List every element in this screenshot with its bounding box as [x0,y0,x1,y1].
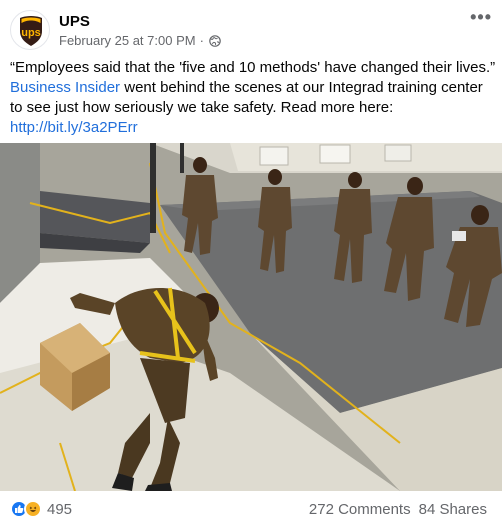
shares-count[interactable]: 84 Shares [419,501,487,518]
post-meta: February 25 at 7:00 PM · [59,33,221,49]
globe-icon[interactable] [209,35,221,47]
caption-text-quote: “Employees said that the 'five and 10 me… [10,59,496,76]
facebook-post: ups UPS February 25 at 7:00 PM · ••• “Em… [0,0,502,526]
page-avatar[interactable]: ups [10,10,50,50]
ups-logo-icon: ups [20,16,42,46]
article-link[interactable]: http://bit.ly/3a2PErr [10,119,138,136]
reaction-count: 495 [47,500,73,518]
post-date[interactable]: February 25 at 7:00 PM [59,33,196,49]
post-header: ups UPS February 25 at 7:00 PM · ••• [10,8,492,50]
more-options-icon[interactable]: ••• [460,8,492,34]
page-name[interactable]: UPS [59,13,90,31]
avatar-logo-text: ups [21,27,41,39]
training-center-photo [0,143,502,491]
engagement-stats: 272 Comments 84 Shares [309,501,487,518]
post-photo[interactable] [0,143,502,491]
haha-icon [24,500,42,518]
post-footer: 495 272 Comments 84 Shares [0,491,502,526]
comments-count[interactable]: 272 Comments [309,501,411,518]
business-insider-link[interactable]: Business Insider [10,79,120,96]
reactions-summary[interactable]: 495 [10,500,72,518]
post-caption: “Employees said that the 'five and 10 me… [10,58,496,138]
meta-separator: · [199,33,204,48]
